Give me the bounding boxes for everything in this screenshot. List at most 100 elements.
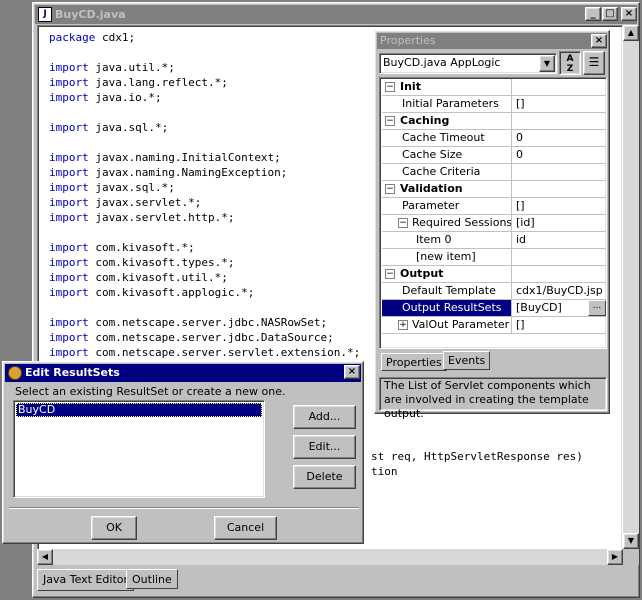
code-text[interactable]: package cdx1; import java.util.*; import j… xyxy=(49,30,360,360)
categorized-view-button[interactable]: ☰ xyxy=(583,51,605,75)
dialog-title: Edit ResultSets xyxy=(25,366,120,379)
sort-alphabetical-button[interactable]: AZ xyxy=(559,51,581,75)
property-row[interactable]: Cache Criteria xyxy=(382,164,606,181)
property-value[interactable] xyxy=(513,79,606,95)
property-name[interactable]: Cache Timeout xyxy=(382,130,512,146)
scroll-right-button[interactable]: ▶ xyxy=(607,549,623,565)
keyword: import xyxy=(49,196,89,209)
ok-button[interactable]: OK xyxy=(91,516,137,540)
property-value[interactable]: 0 xyxy=(513,130,606,146)
editor-title-bar[interactable]: J BuyCD.java xyxy=(35,5,637,24)
minimize-button[interactable]: _ xyxy=(585,7,601,21)
scroll-left-button[interactable]: ◀ xyxy=(37,549,53,565)
property-name[interactable]: Cache Size xyxy=(382,147,512,163)
property-row[interactable]: Parameter [] xyxy=(382,198,606,215)
keyword: import xyxy=(49,316,89,329)
scroll-down-button[interactable]: ▼ xyxy=(623,533,639,549)
property-category-row[interactable]: − Validation xyxy=(382,181,606,198)
property-row[interactable]: Output ResultSets [BuyCD]... xyxy=(382,300,606,317)
horizontal-scrollbar[interactable]: ◀ ▶ xyxy=(37,549,623,565)
code-line: import com.kivasoft.types.*; xyxy=(49,256,235,269)
scroll-up-button[interactable]: ▲ xyxy=(623,25,639,41)
property-value[interactable]: [] xyxy=(513,198,606,214)
property-name[interactable]: Default Template xyxy=(382,283,512,299)
property-name[interactable]: Item 0 xyxy=(382,232,512,248)
close-button[interactable]: × xyxy=(621,7,637,21)
component-select[interactable]: BuyCD.java AppLogic ▼ xyxy=(379,53,557,74)
cancel-button[interactable]: Cancel xyxy=(214,516,277,540)
property-value[interactable] xyxy=(513,164,606,180)
property-value[interactable] xyxy=(513,181,606,197)
code-line: import java.sql.*; xyxy=(49,121,169,134)
property-row[interactable]: [new item] xyxy=(382,249,606,266)
edit-button[interactable]: Edit... xyxy=(293,435,356,459)
property-row[interactable]: Cache Size 0 xyxy=(382,147,606,164)
property-value[interactable]: [id] xyxy=(513,215,606,231)
sort-az-icon: AZ xyxy=(566,54,574,74)
property-name[interactable]: Cache Criteria xyxy=(382,164,512,180)
property-name[interactable]: − Required Sessions xyxy=(382,215,512,231)
resultset-list[interactable]: BuyCD xyxy=(13,400,265,498)
chevron-down-icon[interactable]: ▼ xyxy=(539,55,555,72)
property-value[interactable] xyxy=(513,113,606,129)
vertical-scrollbar[interactable]: ▲ ▼ xyxy=(623,25,639,549)
property-row[interactable]: − Required Sessions [id] xyxy=(382,215,606,232)
code-line: import java.util.*; xyxy=(49,61,175,74)
property-value[interactable] xyxy=(513,266,606,282)
property-name[interactable]: − Caching xyxy=(382,113,512,129)
code-line: import javax.sql.*; xyxy=(49,181,175,194)
collapse-icon[interactable]: − xyxy=(385,116,395,126)
property-row[interactable]: + ValOut Parameter [] xyxy=(382,317,606,334)
tab-outline[interactable]: Outline xyxy=(126,569,178,589)
property-value[interactable]: 0 xyxy=(513,147,606,163)
maximize-button[interactable]: □ xyxy=(602,7,618,21)
property-value[interactable] xyxy=(513,249,606,265)
expand-icon[interactable]: + xyxy=(398,320,408,330)
collapse-icon[interactable]: − xyxy=(385,184,395,194)
code-partial-line: tion xyxy=(371,465,398,478)
delete-button[interactable]: Delete xyxy=(293,465,356,489)
keyword: import xyxy=(49,211,89,224)
property-name[interactable]: Output ResultSets xyxy=(382,300,512,316)
component-select-value: BuyCD.java AppLogic xyxy=(383,56,501,69)
property-name[interactable]: Parameter xyxy=(382,198,512,214)
property-value[interactable]: [] xyxy=(513,96,606,112)
property-name[interactable]: [new item] xyxy=(382,249,512,265)
property-value[interactable]: id xyxy=(513,232,606,248)
property-name[interactable]: − Output xyxy=(382,266,512,282)
property-name-text: Cache Size xyxy=(402,148,463,161)
property-value[interactable]: [BuyCD]... xyxy=(513,300,606,316)
properties-title-bar[interactable]: Properties xyxy=(377,33,607,49)
tab-events[interactable]: Events xyxy=(443,351,491,370)
list-icon: ☰ xyxy=(588,55,600,69)
list-item[interactable]: BuyCD xyxy=(16,403,262,417)
property-name-text: Required Sessions xyxy=(412,216,512,229)
property-value[interactable]: [] xyxy=(513,317,606,333)
collapse-icon[interactable]: − xyxy=(398,218,408,228)
collapse-icon[interactable]: − xyxy=(385,269,395,279)
property-name[interactable]: − Init xyxy=(382,79,512,95)
property-name[interactable]: Initial Parameters xyxy=(382,96,512,112)
property-category-row[interactable]: − Caching xyxy=(382,113,606,130)
add-button[interactable]: Add... xyxy=(293,405,356,429)
property-row[interactable]: Item 0 id xyxy=(382,232,606,249)
dialog-close-button[interactable]: × xyxy=(344,365,360,379)
keyword: import xyxy=(49,166,89,179)
properties-close-button[interactable]: × xyxy=(591,34,607,48)
property-row[interactable]: Default Template cdx1/BuyCD.jsp xyxy=(382,283,606,300)
property-category-row[interactable]: − Output xyxy=(382,266,606,283)
property-name[interactable]: − Validation xyxy=(382,181,512,197)
property-value[interactable]: cdx1/BuyCD.jsp xyxy=(513,283,606,299)
property-row[interactable]: Cache Timeout 0 xyxy=(382,130,606,147)
dialog-title-bar[interactable]: Edit ResultSets xyxy=(5,364,361,382)
tab-java-text-editor[interactable]: Java Text Editor xyxy=(37,569,135,591)
property-category-row[interactable]: − Init xyxy=(382,79,606,96)
property-name[interactable]: + ValOut Parameter xyxy=(382,317,512,333)
ellipsis-button[interactable]: ... xyxy=(588,300,606,316)
collapse-icon[interactable]: − xyxy=(385,82,395,92)
property-row[interactable]: Initial Parameters [] xyxy=(382,96,606,113)
tab-properties[interactable]: Properties xyxy=(381,353,447,371)
